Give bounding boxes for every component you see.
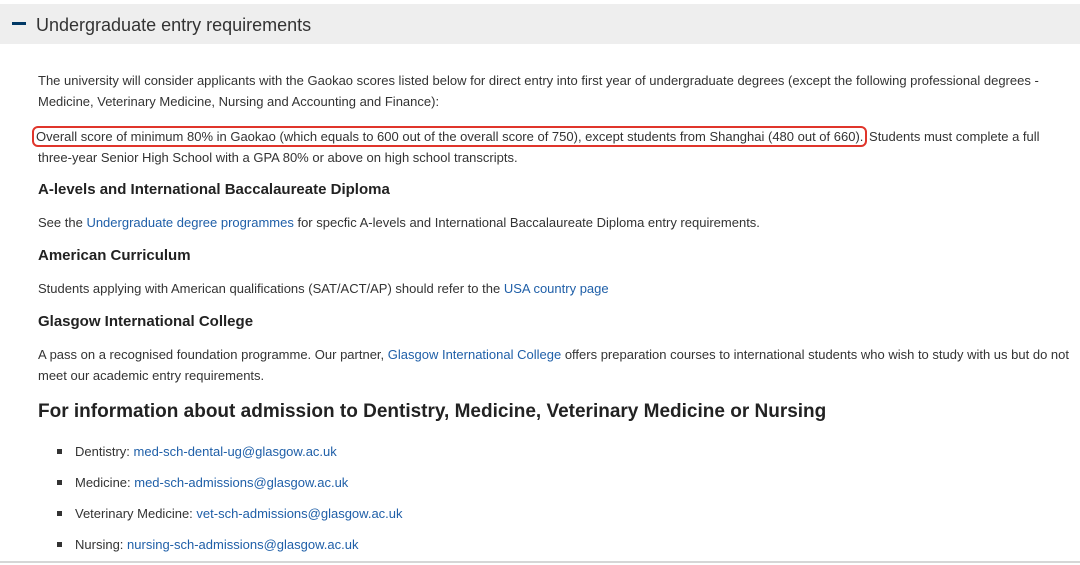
alevels-heading: A-levels and International Baccalaureate… [38,181,390,198]
minus-icon[interactable] [12,22,26,25]
contact-label: Veterinary Medicine: [75,506,197,521]
bullet-icon [57,542,62,547]
highlighted-requirement: Overall score of minimum 80% in Gaokao (… [31,126,868,147]
alevels-paragraph: See the Undergraduate degree programmes … [38,212,1074,233]
gic-paragraph: A pass on a recognised foundation progra… [38,344,1074,386]
nursing-email-link[interactable]: nursing-sch-admissions@glasgow.ac.uk [127,537,358,552]
intro-paragraph: The university will consider applicants … [38,73,1039,109]
medicine-email-link[interactable]: med-sch-admissions@glasgow.ac.uk [134,475,348,490]
usa-country-page-link[interactable]: USA country page [504,281,609,296]
contact-label: Medicine: [75,475,135,490]
list-item-dentistry: Dentistry: med-sch-dental-ug@glasgow.ac.… [56,441,403,472]
american-heading: American Curriculum [38,247,191,264]
undergraduate-programmes-link[interactable]: Undergraduate degree programmes [86,215,293,230]
list-item-veterinary: Veterinary Medicine: vet-sch-admissions@… [56,503,403,534]
gic-text-before: A pass on a recognised foundation progra… [38,347,388,362]
gaokao-paragraph: Overall score of minimum 80% in Gaokao (… [31,126,1074,168]
veterinary-email-link[interactable]: vet-sch-admissions@glasgow.ac.uk [196,506,402,521]
bullet-icon [57,511,62,516]
accordion-title: Undergraduate entry requirements [36,15,312,35]
american-paragraph: Students applying with American qualific… [38,278,1074,299]
glasgow-international-college-link[interactable]: Glasgow International College [388,347,561,362]
contact-label: Nursing: [75,537,128,552]
contact-list: Dentistry: med-sch-dental-ug@glasgow.ac.… [56,441,403,565]
admission-heading: For information about admission to Denti… [38,401,827,422]
american-text-before: Students applying with American qualific… [38,281,504,296]
dentistry-email-link[interactable]: med-sch-dental-ug@glasgow.ac.uk [134,444,337,459]
alevels-text-before: See the [38,215,87,230]
contact-label: Dentistry: [75,444,134,459]
gic-heading: Glasgow International College [38,313,254,330]
bullet-icon [57,449,62,454]
accordion-header[interactable]: Undergraduate entry requirements [0,4,1080,44]
list-item-medicine: Medicine: med-sch-admissions@glasgow.ac.… [56,472,403,503]
bullet-icon [57,480,62,485]
alevels-text-after: for specfic A-levels and International B… [293,215,760,230]
